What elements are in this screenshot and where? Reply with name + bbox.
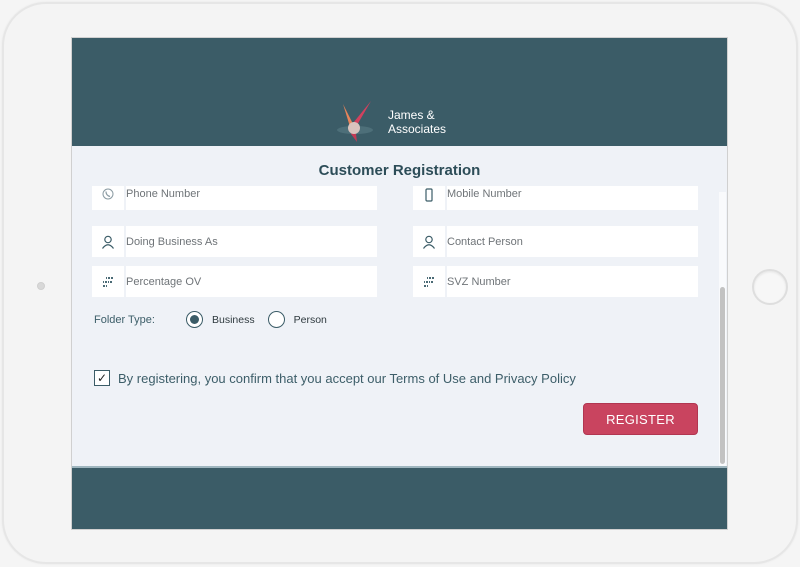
radio-business-label: Business — [212, 313, 255, 326]
percentage-ov-placeholder: Percentage OV — [126, 275, 202, 288]
radio-business[interactable]: Business — [186, 311, 255, 328]
brand-name: James & Associates — [388, 108, 446, 136]
radio-person-control[interactable] — [267, 311, 285, 328]
checkmark-icon: ✓ — [96, 371, 108, 385]
scrollbar-thumb[interactable] — [720, 287, 725, 464]
folder-type-group: Folder Type: Business Person — [94, 311, 327, 328]
home-button[interactable] — [752, 269, 788, 305]
brand-line-1: James & — [388, 108, 435, 122]
percentage-ov-input[interactable]: Percentage OV — [126, 266, 377, 297]
mobile-number-field: Mobile Number — [413, 186, 698, 210]
camera-icon — [37, 282, 45, 290]
contact-person-field: Contact Person — [413, 226, 698, 257]
doing-business-as-field: Doing Business As — [92, 226, 377, 257]
phone-number-placeholder: Phone Number — [126, 188, 200, 200]
mobile-icon — [413, 186, 445, 210]
binary-number-icon — [413, 266, 445, 297]
user-icon — [413, 226, 445, 257]
svz-number-field: SVZ Number — [413, 266, 698, 297]
phone-number-input[interactable]: Phone Number — [126, 186, 377, 210]
terms-agreement: ✓ By registering, you confirm that you a… — [94, 370, 576, 386]
mobile-number-input[interactable]: Mobile Number — [447, 186, 698, 210]
mobile-number-placeholder: Mobile Number — [447, 188, 522, 200]
folder-type-label: Folder Type: — [94, 313, 155, 326]
app-screen: James & Associates Customer Registration… — [71, 37, 728, 530]
footer — [72, 468, 727, 529]
percentage-ov-field: Percentage OV — [92, 266, 377, 297]
contact-person-placeholder: Contact Person — [447, 235, 523, 248]
brand-line-2: Associates — [388, 122, 447, 136]
svz-number-input[interactable]: SVZ Number — [447, 266, 698, 297]
hummingbird-logo-icon — [337, 101, 373, 142]
svz-number-placeholder: SVZ Number — [447, 275, 511, 288]
doing-business-as-placeholder: Doing Business As — [126, 235, 218, 248]
binary-number-icon — [92, 266, 124, 297]
doing-business-as-input[interactable]: Doing Business As — [126, 226, 377, 257]
radio-person-label: Person — [293, 313, 327, 326]
register-button[interactable]: REGISTER — [583, 403, 698, 435]
page-title: Customer Registration — [318, 162, 481, 179]
header: James & Associates — [72, 38, 727, 146]
radio-person[interactable]: Person — [267, 311, 327, 328]
terms-checkbox[interactable]: ✓ — [94, 370, 110, 386]
terms-text: By registering, you confirm that you acc… — [118, 370, 576, 386]
radio-selected-dot — [190, 315, 199, 324]
phone-number-field: Phone Number — [92, 186, 377, 210]
phone-icon — [92, 186, 124, 210]
user-icon — [92, 226, 124, 257]
radio-business-control[interactable] — [186, 311, 203, 328]
contact-person-input[interactable]: Contact Person — [447, 226, 698, 257]
registration-form: Customer Registration Phone Number Mobil… — [72, 146, 727, 468]
